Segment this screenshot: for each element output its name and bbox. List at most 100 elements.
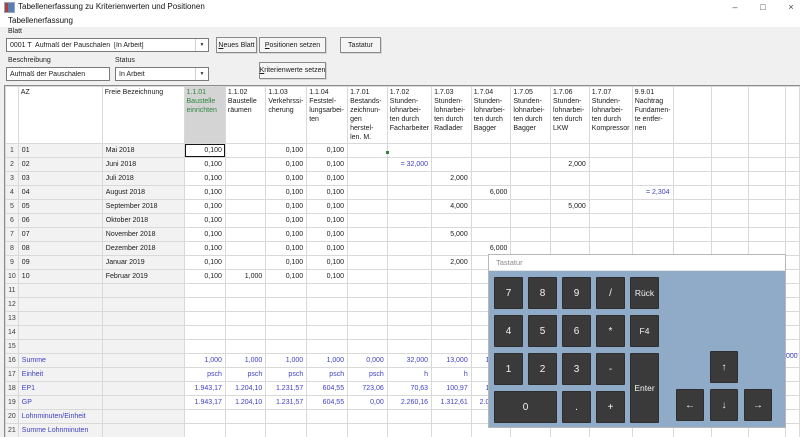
cell-c2[interactable] <box>225 228 265 242</box>
cell-c12[interactable] <box>632 200 673 214</box>
cell-bezeichnung[interactable] <box>102 326 184 340</box>
row-number[interactable]: 10 <box>6 270 19 284</box>
cell-az[interactable] <box>18 340 102 354</box>
cell-c2[interactable] <box>225 256 265 270</box>
key-up[interactable]: ↑ <box>710 351 738 383</box>
row-number[interactable]: 9 <box>6 256 19 270</box>
cell-e3[interactable] <box>748 200 785 214</box>
cell-c11[interactable] <box>589 228 632 242</box>
column-header-e1[interactable] <box>673 87 711 144</box>
cell-e4[interactable] <box>785 270 799 284</box>
cell-c7[interactable]: 2,000 <box>432 256 472 270</box>
cell-c1[interactable]: 0,100 <box>184 214 225 228</box>
cell-bezeichnung[interactable] <box>102 284 184 298</box>
key-7[interactable]: 7 <box>494 277 523 309</box>
column-header-c4[interactable]: 1.1.04 Feststel- lungsarbei- ten <box>307 87 348 144</box>
cell-e3[interactable] <box>748 214 785 228</box>
cell-c11[interactable] <box>589 214 632 228</box>
cell-c1[interactable]: 1,000 <box>184 354 225 368</box>
cell-bezeichnung[interactable] <box>102 354 184 368</box>
cell-c3[interactable] <box>266 326 307 340</box>
cell-c3[interactable] <box>266 284 307 298</box>
cell-c1[interactable] <box>184 410 225 424</box>
minimize-icon[interactable]: – <box>726 0 744 14</box>
cell-c2[interactable]: 1.204,10 <box>225 382 265 396</box>
cell-c11[interactable] <box>589 144 632 158</box>
column-header-az[interactable]: AZ <box>18 87 102 144</box>
cell-az[interactable] <box>18 284 102 298</box>
positionen-setzen-button[interactable]: Positionen setzen <box>259 37 326 53</box>
cell-e3[interactable] <box>748 186 785 200</box>
cell-c4[interactable] <box>307 410 348 424</box>
cell-bezeichnung[interactable] <box>102 410 184 424</box>
cell-e1[interactable] <box>673 186 711 200</box>
cell-c7[interactable]: 2,000 <box>432 172 472 186</box>
cell-c6[interactable]: h <box>387 368 431 382</box>
key-4[interactable]: 4 <box>494 315 523 347</box>
cell-c1[interactable]: 0,100 <box>184 270 225 284</box>
key-down[interactable]: ↓ <box>710 389 738 421</box>
cell-c1[interactable]: 0,100 <box>184 186 225 200</box>
cell-e4[interactable] <box>785 144 799 158</box>
row-number[interactable]: 12 <box>6 298 19 312</box>
cell-c6[interactable]: 70,63 <box>387 382 431 396</box>
key-6[interactable]: 6 <box>562 315 591 347</box>
cell-c3[interactable]: 0,100 <box>266 172 307 186</box>
cell-c2[interactable] <box>225 214 265 228</box>
cell-e4[interactable] <box>785 214 799 228</box>
cell-c5[interactable] <box>348 144 388 158</box>
neues-blatt-button[interactable]: Neues Blatt <box>216 37 257 53</box>
cell-bezeichnung[interactable] <box>102 368 184 382</box>
maximize-icon[interactable]: □ <box>754 0 772 14</box>
cell-e1[interactable] <box>673 158 711 172</box>
cell-c4[interactable]: psch <box>307 368 348 382</box>
row-number[interactable]: 20 <box>6 410 19 424</box>
cell-c1[interactable]: 0,100 <box>184 228 225 242</box>
cell-c12[interactable] <box>632 228 673 242</box>
cell-c7[interactable]: 100,97 <box>432 382 472 396</box>
kriterienwerte-setzen-button[interactable]: Kriterienwerte setzen <box>259 62 326 79</box>
cell-az[interactable]: 06 <box>18 214 102 228</box>
row-number[interactable]: 13 <box>6 312 19 326</box>
cell-c4[interactable] <box>307 424 348 437</box>
cell-c3[interactable]: 0,100 <box>266 200 307 214</box>
column-header-c7[interactable]: 1.7.03 Stunden- lohnarbei- ten durch Rad… <box>432 87 472 144</box>
cell-c3[interactable] <box>266 298 307 312</box>
cell-c5[interactable] <box>348 298 388 312</box>
cell-c6[interactable]: 2.260,16 <box>387 396 431 410</box>
cell-c7[interactable] <box>432 424 472 437</box>
cell-c11[interactable] <box>589 172 632 186</box>
cell-c8[interactable] <box>471 200 511 214</box>
cell-c4[interactable]: 0,100 <box>307 270 348 284</box>
cell-bezeichnung[interactable]: August 2018 <box>102 186 184 200</box>
key-right[interactable]: → <box>744 389 772 421</box>
cell-c2[interactable] <box>225 298 265 312</box>
cell-bezeichnung[interactable] <box>102 298 184 312</box>
cell-c7[interactable] <box>432 410 472 424</box>
cell-c3[interactable]: 0,100 <box>266 158 307 172</box>
blatt-select[interactable]: 0001 T Aufmaß der Pauschalen [In Arbeit]… <box>6 38 209 52</box>
cell-c5[interactable] <box>348 158 388 172</box>
cell-c5[interactable] <box>348 312 388 326</box>
cell-c5[interactable] <box>348 424 388 437</box>
row-number[interactable]: 2 <box>6 158 19 172</box>
cell-c6[interactable] <box>387 256 431 270</box>
cell-e4[interactable] <box>785 158 799 172</box>
cell-c2[interactable] <box>225 312 265 326</box>
cell-e1[interactable] <box>673 228 711 242</box>
cell-c10[interactable]: 2,000 <box>551 158 590 172</box>
cell-c7[interactable] <box>432 242 472 256</box>
cell-c3[interactable]: 1.231,57 <box>266 382 307 396</box>
cell-e3[interactable] <box>748 158 785 172</box>
cell-c8[interactable] <box>471 228 511 242</box>
cell-az[interactable]: 08 <box>18 242 102 256</box>
cell-c5[interactable] <box>348 326 388 340</box>
cell-c6[interactable] <box>387 172 431 186</box>
cell-c6[interactable] <box>387 312 431 326</box>
cell-e3[interactable] <box>748 172 785 186</box>
cell-c7[interactable]: 13,000 <box>432 354 472 368</box>
row-number[interactable]: 1 <box>6 144 19 158</box>
cell-c10[interactable] <box>551 172 590 186</box>
cell-c6[interactable] <box>387 298 431 312</box>
cell-e4[interactable] <box>785 284 799 298</box>
